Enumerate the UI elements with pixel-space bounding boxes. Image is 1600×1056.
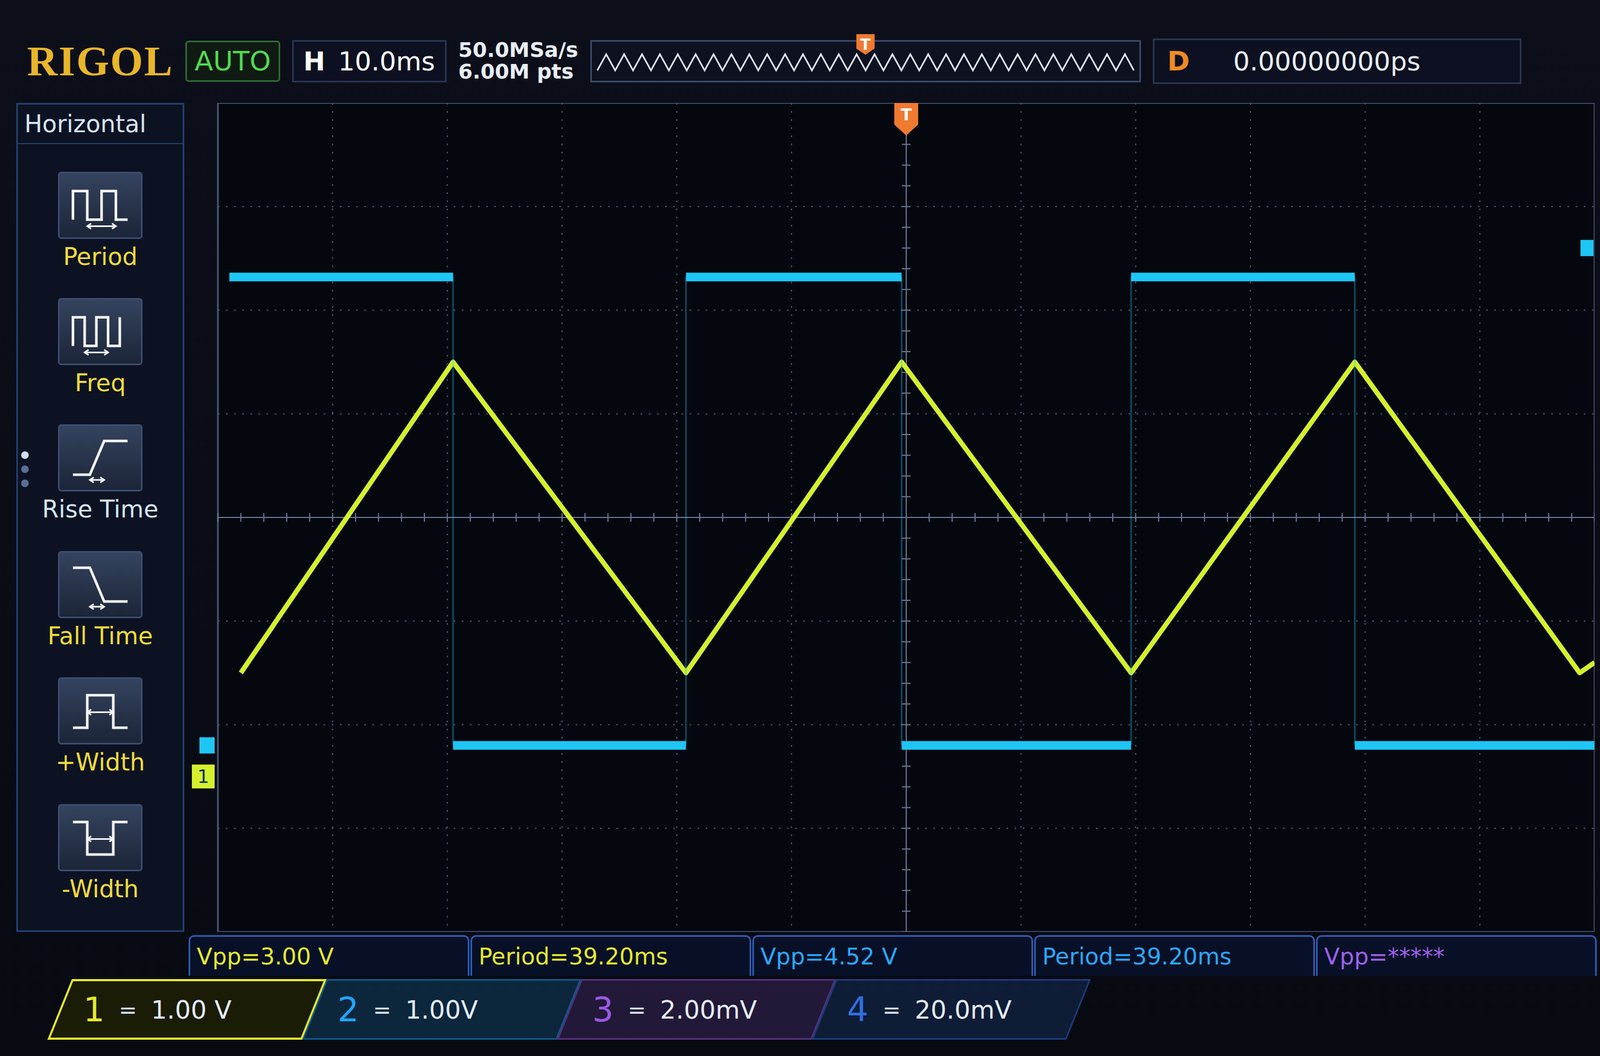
page-dot bbox=[21, 451, 29, 460]
menu-icon-box bbox=[57, 424, 143, 492]
svg-text:T: T bbox=[900, 105, 913, 125]
measurement-item[interactable]: Vpp=4.52 V bbox=[752, 935, 1034, 977]
channel-content: 1 = 1.00 V bbox=[61, 990, 254, 1030]
channel-content: 3 = 2.00mV bbox=[570, 990, 779, 1030]
menu-title: Horizontal bbox=[17, 104, 183, 145]
channel-2-trace bbox=[229, 276, 1595, 746]
channel-1-trace bbox=[240, 362, 1595, 674]
measurement-item[interactable]: Vpp=***** bbox=[1315, 935, 1597, 977]
memory-depth: 6.00M pts bbox=[458, 61, 579, 83]
channel-scale: 1.00 V bbox=[151, 995, 232, 1025]
brand-logo: RIGOL bbox=[27, 36, 174, 86]
channel-content: 2 = 1.00V bbox=[315, 990, 500, 1030]
run-state-badge[interactable]: AUTO bbox=[185, 40, 281, 82]
rise-measure-icon bbox=[67, 431, 133, 485]
delay-value: 0.00000000ps bbox=[1233, 46, 1421, 77]
channel-coupling: = bbox=[882, 997, 901, 1023]
trigger-position-marker[interactable]: T bbox=[894, 102, 919, 136]
channel-tab[interactable]: 1 = 1.00 V bbox=[47, 979, 327, 1041]
channel-number: 2 bbox=[337, 990, 359, 1030]
page-indicator bbox=[21, 451, 29, 488]
freq-measure-icon bbox=[67, 305, 133, 358]
menu-item[interactable]: +Width bbox=[55, 677, 146, 777]
channel-coupling: = bbox=[118, 997, 138, 1023]
channel-bar: 1 = 1.00 V 2 = 1.00V 3 = 2.00mV 4 = 20.0mV bbox=[0, 979, 1600, 1041]
side-menu: Horizontal Period Freq Rise Time Fall Time +W… bbox=[16, 102, 185, 933]
channel-content: 4 = 20.0mV bbox=[825, 990, 1034, 1030]
channel-tab[interactable]: 3 = 2.00mV bbox=[556, 979, 836, 1041]
menu-label: Rise Time bbox=[42, 495, 159, 524]
menu-label: Fall Time bbox=[47, 622, 153, 651]
waveform-display: 1T bbox=[190, 102, 1595, 933]
top-bar: RIGOLAUTOH10.0ms50.0MSa/s6.00M ptsTD0.00… bbox=[0, 26, 1600, 97]
sample-info: 50.0MSa/s6.00M pts bbox=[458, 39, 579, 83]
menu-icon-box bbox=[57, 804, 143, 872]
channel-scale: 2.00mV bbox=[660, 995, 758, 1025]
svg-text:1: 1 bbox=[197, 765, 210, 788]
menu-label: +Width bbox=[55, 749, 146, 777]
menu-icon-box bbox=[57, 298, 143, 366]
channel-number: 3 bbox=[592, 990, 614, 1030]
menu-list: Period Freq Rise Time Fall Time +Width -Width bbox=[17, 144, 183, 931]
pwidth-measure-icon bbox=[67, 685, 133, 738]
measurement-item[interactable]: Period=39.20ms bbox=[470, 935, 752, 977]
channel-tab[interactable]: 2 = 1.00V bbox=[301, 979, 582, 1041]
menu-item[interactable]: Rise Time bbox=[42, 424, 159, 524]
sample-rate: 50.0MSa/s bbox=[458, 39, 579, 62]
measurement-bar: Vpp=3.00 VPeriod=39.20msVpp=4.52 VPeriod… bbox=[0, 935, 1600, 977]
timebase-box[interactable]: H 10.0ms bbox=[292, 40, 447, 83]
delay-box[interactable]: D 0.00000000ps bbox=[1152, 38, 1522, 85]
menu-item[interactable]: Fall Time bbox=[47, 551, 153, 651]
trigger-level-marker[interactable] bbox=[1580, 240, 1594, 257]
main-area: Horizontal Period Freq Rise Time Fall Time +W… bbox=[0, 102, 1600, 933]
menu-icon-box bbox=[57, 551, 143, 619]
menu-item[interactable]: Freq bbox=[57, 298, 143, 398]
memory-overview[interactable]: T bbox=[590, 40, 1141, 83]
delay-label: D bbox=[1167, 45, 1191, 77]
period-measure-icon bbox=[67, 179, 133, 232]
channel-tab[interactable]: 4 = 20.0mV bbox=[811, 979, 1091, 1041]
measurement-item[interactable]: Period=39.20ms bbox=[1034, 935, 1315, 977]
fall-measure-icon bbox=[67, 558, 133, 611]
timebase-label: H bbox=[303, 46, 326, 77]
menu-icon-box bbox=[57, 677, 143, 745]
menu-icon-box bbox=[57, 171, 143, 240]
channel-coupling: = bbox=[372, 997, 392, 1023]
channel-coupling: = bbox=[627, 997, 647, 1023]
menu-label: Period bbox=[62, 243, 138, 272]
nwidth-measure-icon bbox=[67, 811, 133, 864]
menu-label: Freq bbox=[74, 369, 126, 398]
channel-number: 4 bbox=[847, 990, 869, 1030]
page-dot bbox=[21, 479, 29, 488]
menu-item[interactable]: Period bbox=[57, 171, 143, 272]
channel-offset-marker[interactable]: 1 bbox=[191, 764, 215, 789]
channel-scale: 1.00V bbox=[405, 995, 479, 1025]
timebase-value: 10.0ms bbox=[338, 46, 436, 77]
page-dot bbox=[21, 465, 29, 474]
channel-offset-marker[interactable] bbox=[199, 737, 215, 754]
channel-scale: 20.0mV bbox=[914, 995, 1012, 1025]
channel-number: 1 bbox=[83, 990, 105, 1030]
menu-item[interactable]: -Width bbox=[57, 804, 143, 904]
measurement-item[interactable]: Vpp=3.00 V bbox=[188, 935, 470, 977]
menu-label: -Width bbox=[61, 875, 139, 904]
oscilloscope-screen: RIGOLAUTOH10.0ms50.0MSa/s6.00M ptsTD0.00… bbox=[0, 0, 1600, 1056]
memory-trigger-marker: T bbox=[856, 34, 875, 55]
